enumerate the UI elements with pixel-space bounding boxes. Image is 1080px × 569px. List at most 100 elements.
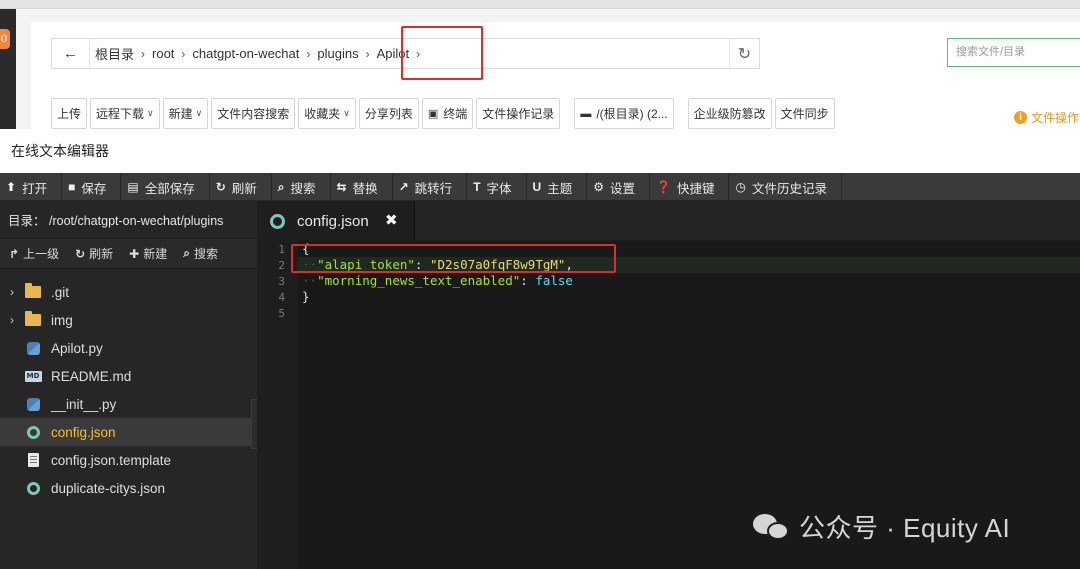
open-label: 打开 [22, 181, 48, 196]
file-search-input[interactable]: 搜索文件/目录 [947, 38, 1080, 67]
breadcrumb-item-root[interactable]: root [147, 46, 179, 61]
terminal-button[interactable]: ▣ 终端 [421, 98, 474, 129]
up-level-label: 上一级 [23, 247, 60, 261]
markdown-file-icon: MD [24, 369, 42, 383]
code-brace: } [302, 289, 310, 304]
theme-button[interactable]: U 主题 [527, 173, 588, 201]
breadcrumb-item-chatgpt-on-wechat[interactable]: chatgpt-on-wechat [187, 46, 304, 61]
json-file-icon [24, 481, 42, 495]
tree-item-apilot-py[interactable]: Apilot.py [0, 334, 257, 362]
tab-config-json[interactable]: config.json ✖ [257, 201, 415, 241]
gear-icon: ⚙ [593, 180, 604, 194]
chevron-right-icon[interactable]: › [0, 313, 24, 327]
line-number-gutter: 1 2 3 4 5 [257, 241, 298, 569]
upload-button[interactable]: 上传 [51, 98, 88, 129]
tab-label: config.json [297, 212, 369, 230]
sidebar-refresh-button[interactable]: ↻ 刷新 [75, 245, 113, 262]
upload-label: 上传 [57, 107, 82, 121]
tree-item-label: Apilot.py [51, 340, 103, 356]
line-number: 2 [278, 259, 285, 272]
back-arrow-icon[interactable]: ← [52, 39, 90, 68]
screen: { "file_manager": { "badge": "0", "bread… [0, 0, 1080, 569]
python-file-icon [24, 341, 42, 355]
settings-button[interactable]: ⚙ 设置 [587, 173, 651, 201]
shortcuts-button[interactable]: ❓ 快捷键 [650, 173, 730, 201]
up-level-button[interactable]: ↱ 上一级 [9, 245, 59, 262]
sidebar-new-label: 新建 [143, 247, 168, 261]
tree-item-duplicate-citys[interactable]: duplicate-citys.json [0, 474, 257, 502]
tree-item-label: __init__.py [51, 396, 117, 412]
editor-title: 在线文本编辑器 [0, 129, 1080, 173]
goto-line-button[interactable]: ↗ 跳转行 [393, 173, 468, 201]
question-icon: ❓ [656, 180, 671, 194]
search-button[interactable]: ⌕ 搜索 [272, 173, 331, 201]
refresh-button[interactable]: ↻ 刷新 [210, 173, 272, 201]
sidebar-actions: ↱ 上一级 ↻ 刷新 ✚ 新建 ⌕ 搜索 [0, 239, 257, 269]
file-ops-link[interactable]: i 文件操作 [1014, 109, 1079, 126]
breadcrumb-item-root-dir[interactable]: 根目录 [90, 44, 139, 63]
file-tree: › .git › img Apilot.py MD README.md __in… [0, 269, 257, 502]
refresh-icon: ↻ [215, 180, 226, 194]
wechat-logo-icon [753, 512, 791, 542]
save-label: 保存 [81, 181, 107, 196]
save-all-label: 全部保存 [144, 181, 195, 196]
file-sync-label: 文件同步 [780, 107, 829, 121]
terminal-label: 终端 [443, 107, 468, 121]
highlight-box-apilot [401, 26, 483, 80]
tree-item-config-json[interactable]: config.json [0, 418, 257, 446]
tree-item-img[interactable]: › img [0, 306, 257, 334]
json-colon: : [520, 273, 536, 288]
font-label: 字体 [486, 181, 512, 196]
favorites-button[interactable]: 收藏夹 ∨ [298, 98, 356, 129]
tree-item-readme[interactable]: MD README.md [0, 362, 257, 390]
notification-badge: 0 [0, 29, 10, 49]
file-manager: 0 ← 根目录 › root › chatgpt-on-wechat › plu… [0, 0, 1080, 129]
watermark: 公众号 · Equity AI [753, 508, 1010, 545]
directory-path: /root/chatgpt-on-wechat/plugins [49, 214, 224, 228]
search-icon: ⌕ [183, 246, 190, 260]
history-button[interactable]: ◷ 文件历史记录 [729, 173, 842, 201]
operation-log-button[interactable]: 文件操作记录 [476, 98, 561, 129]
left-strip [0, 9, 16, 129]
replace-icon: ⇆ [336, 180, 347, 194]
font-button[interactable]: T 字体 [467, 173, 527, 201]
save-button[interactable]: ■ 保存 [62, 173, 122, 201]
sidebar-new-button[interactable]: ✚ 新建 [129, 245, 167, 262]
root-disk-label: /(根目录) (2... [596, 107, 668, 121]
json-bool-value: false [535, 273, 573, 288]
breadcrumb-item-plugins[interactable]: plugins [312, 46, 363, 61]
json-file-icon [24, 425, 42, 439]
toolbar-gap [677, 98, 685, 128]
replace-button[interactable]: ⇆ 替换 [331, 173, 393, 201]
file-sync-button[interactable]: 文件同步 [774, 98, 835, 129]
replace-label: 替换 [352, 181, 378, 196]
refresh-icon[interactable]: ↻ [729, 39, 759, 68]
tree-item-init-py[interactable]: __init__.py [0, 390, 257, 418]
content-search-label: 文件内容搜索 [217, 107, 290, 121]
root-disk-button[interactable]: ▬ /(根目录) (2... [574, 98, 674, 129]
content-search-button[interactable]: 文件内容搜索 [211, 98, 296, 129]
tamper-proof-button[interactable]: 企业级防篡改 [687, 98, 772, 129]
file-toolbar: 上传 远程下载 ∨ 新建 ∨ 文件内容搜索 收藏夹 ∨ 分享列表 ▣ 终端 文件操作记录… [51, 98, 835, 129]
tree-item-config-template[interactable]: config.json.template [0, 446, 257, 474]
close-icon[interactable]: ✖ [385, 211, 398, 229]
tree-item-git[interactable]: › .git [0, 278, 257, 306]
favorites-label: 收藏夹 [304, 107, 341, 121]
save-all-button[interactable]: ▤ 全部保存 [121, 173, 210, 201]
chevron-right-icon[interactable]: › [0, 285, 24, 299]
tree-item-label: img [51, 312, 73, 328]
open-button[interactable]: ⬆ 打开 [0, 173, 63, 201]
tree-item-label: config.json [51, 424, 116, 440]
tree-item-label: duplicate-citys.json [51, 480, 166, 496]
sidebar-search-button[interactable]: ⌕ 搜索 [183, 245, 218, 262]
goto-line-label: 跳转行 [414, 181, 453, 196]
code-line-3: ··"morning_news_text_enabled": false [302, 273, 573, 289]
sidebar-search-label: 搜索 [193, 247, 218, 261]
new-button[interactable]: 新建 ∨ [162, 98, 209, 129]
share-list-button[interactable]: 分享列表 [358, 98, 419, 129]
tree-item-label: .git [51, 284, 70, 300]
current-directory: 目录： /root/chatgpt-on-wechat/plugins [0, 201, 257, 239]
remote-download-label: 远程下载 [96, 107, 145, 121]
remote-download-button[interactable]: 远程下载 ∨ [90, 98, 160, 129]
file-tree-sidebar: 目录： /root/chatgpt-on-wechat/plugins ↱ 上一级… [0, 201, 257, 569]
